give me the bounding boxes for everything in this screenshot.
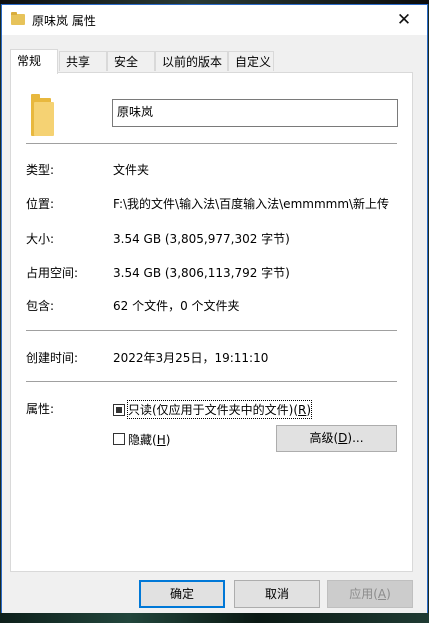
apply-button[interactable]: 应用(A) [327,580,413,608]
size-on-disk-label: 占用空间: [26,266,79,280]
tab-general[interactable]: 常规 [10,49,58,74]
type-value: 文件夹 [113,163,150,177]
window-title: 原味岚 属性 [32,14,96,28]
close-icon: ✕ [396,10,412,30]
size-value: 3.54 GB (3,805,977,302 字节) [113,232,290,246]
created-value: 2022年3月25日，19:11:10 [113,351,269,365]
title-bar: 原味岚 属性 ✕ [2,5,427,35]
desktop-background-bottom [0,613,429,623]
location-label: 位置: [26,197,55,211]
attributes-label: 属性: [26,402,55,416]
size-label: 大小: [26,232,55,246]
separator [26,143,397,144]
size-on-disk-value: 3.54 GB (3,806,113,792 字节) [113,266,290,280]
location-value: F:\我的文件\输入法\百度输入法\emmmmm\新上传 [113,197,390,211]
large-folder-icon [31,94,55,136]
tab-customize[interactable]: 自定义 [228,51,274,71]
hidden-label[interactable]: 隐藏(H) [128,431,170,448]
tab-previous-versions[interactable]: 以前的版本 [155,51,228,71]
ok-button[interactable]: 确定 [139,580,225,608]
readonly-label[interactable]: 只读(仅应用于文件夹中的文件)(R) [126,400,313,419]
type-label: 类型: [26,163,55,177]
hidden-checkbox[interactable] [113,433,125,445]
readonly-checkbox[interactable] [113,404,125,416]
general-panel: 原味岚 类型: 文件夹 位置: F:\我的文件\输入法\百度输入法\emmmmm… [10,72,413,572]
properties-dialog: 原味岚 属性 ✕ 常规 共享 安全 以前的版本 自定义 原味岚 类型: 文件夹 … [1,4,428,614]
folder-name-input[interactable]: 原味岚 [112,99,398,127]
contains-label: 包含: [26,299,55,313]
close-button[interactable]: ✕ [381,5,427,35]
advanced-button[interactable]: 高级(D)... [276,425,397,452]
cancel-button[interactable]: 取消 [234,580,320,608]
tab-security[interactable]: 安全 [107,51,155,71]
separator [26,381,397,382]
folder-icon [11,12,25,25]
created-label: 创建时间: [26,351,79,365]
separator [26,330,397,331]
tab-sharing[interactable]: 共享 [59,51,107,71]
contains-value: 62 个文件，0 个文件夹 [113,299,240,313]
